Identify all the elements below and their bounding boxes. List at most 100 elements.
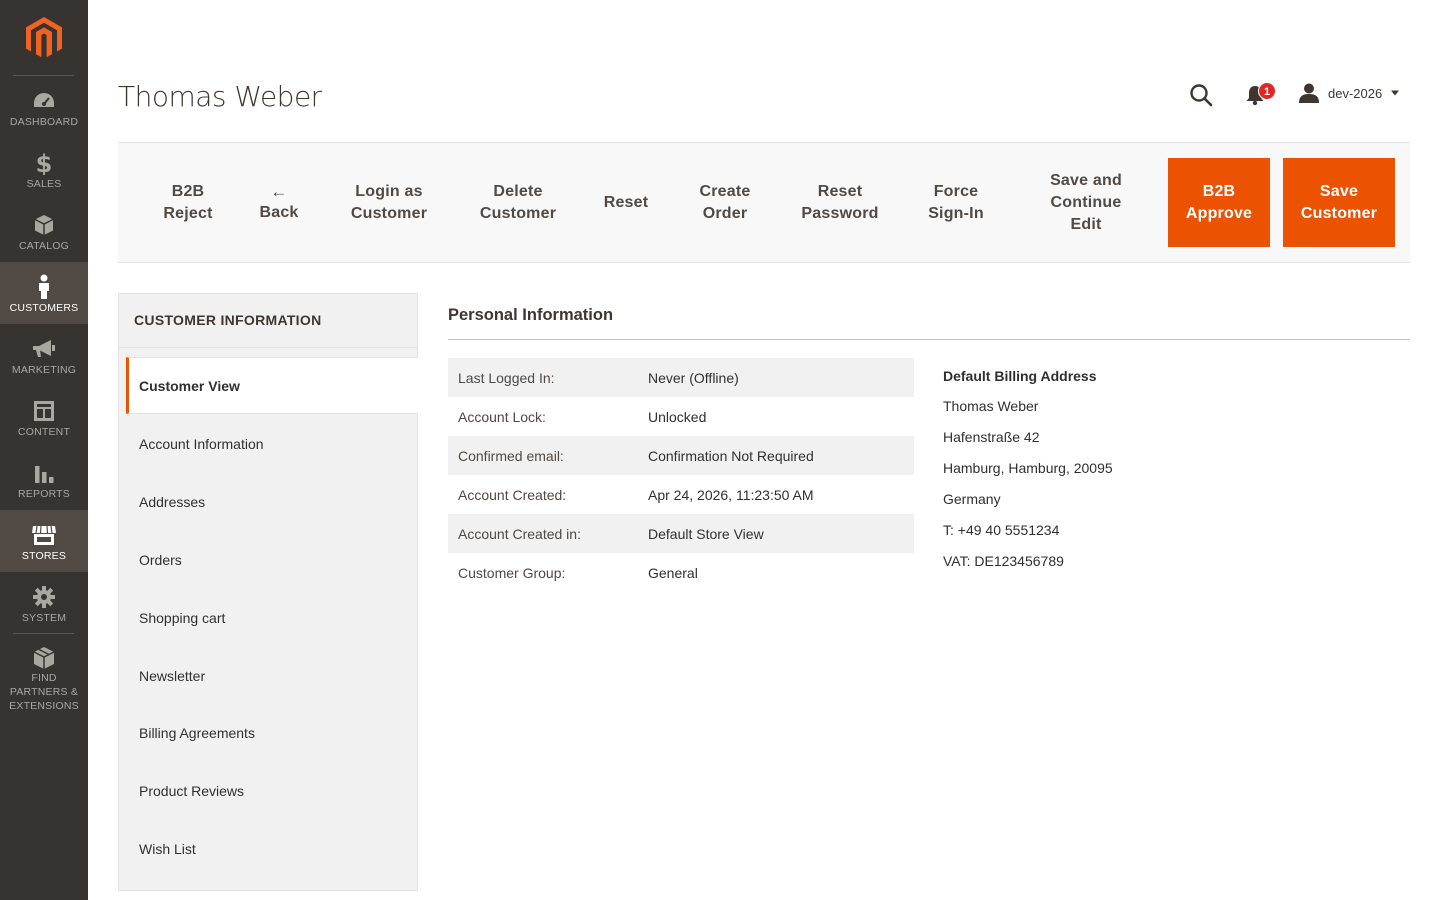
nav-sales-label: SALES bbox=[26, 178, 62, 190]
delete-customer-label: Delete Customer bbox=[479, 182, 557, 222]
force-signin-button[interactable]: Force Sign-In bbox=[920, 143, 992, 262]
table-row: Confirmed email: Confirmation Not Requir… bbox=[448, 436, 914, 475]
layout-icon bbox=[31, 398, 57, 424]
reset-password-button[interactable]: Reset Password bbox=[794, 143, 886, 262]
row-value: Apr 24, 2026, 11:23:50 AM bbox=[648, 486, 814, 503]
row-value: General bbox=[648, 564, 698, 581]
tab-customer-view[interactable]: Customer View bbox=[126, 357, 418, 414]
save-and-continue-label: Save and Continue Edit bbox=[1050, 171, 1122, 233]
tab-orders[interactable]: Orders bbox=[119, 531, 417, 588]
gear-icon bbox=[31, 584, 57, 610]
user-account-menu[interactable]: dev-2026 bbox=[1298, 82, 1400, 104]
section-divider bbox=[448, 339, 1410, 340]
row-label: Account Lock: bbox=[458, 408, 546, 425]
row-label: Last Logged In: bbox=[458, 369, 555, 386]
tab-shopping-cart[interactable]: Shopping cart bbox=[119, 589, 417, 646]
person-icon bbox=[31, 274, 57, 300]
nav-customers-label: CUSTOMERS bbox=[9, 302, 79, 314]
nav-find-partners[interactable]: FIND PARTNERS & EXTENSIONS bbox=[0, 634, 88, 712]
b2b-reject-button[interactable]: B2B Reject bbox=[158, 143, 218, 262]
save-customer-label: Save Customer bbox=[1300, 182, 1378, 222]
back-arrow-icon: ← bbox=[270, 181, 288, 201]
user-icon bbox=[1299, 83, 1319, 103]
nav-sales[interactable]: $ SALES bbox=[0, 138, 88, 200]
row-label: Account Created in: bbox=[458, 525, 581, 542]
billing-address-line: Germany bbox=[943, 491, 1001, 507]
table-row: Account Created: Apr 24, 2026, 11:23:50 … bbox=[448, 475, 914, 514]
tab-wish-list[interactable]: Wish List bbox=[119, 820, 417, 877]
magento-logo[interactable] bbox=[0, 0, 88, 75]
username-label: dev-2026 bbox=[1328, 85, 1383, 101]
delete-customer-button[interactable]: Delete Customer bbox=[472, 143, 564, 262]
reset-button[interactable]: Reset bbox=[596, 143, 656, 262]
create-order-label: Create Order bbox=[699, 182, 751, 222]
reset-password-label: Reset Password bbox=[801, 182, 879, 222]
tab-addresses[interactable]: Addresses bbox=[119, 473, 417, 530]
row-value: Default Store View bbox=[648, 525, 764, 542]
admin-sidebar: DASHBOARD $ SALES CATALOG CUSTOMERS MARK… bbox=[0, 0, 88, 900]
billing-address-line: Thomas Weber bbox=[943, 398, 1039, 414]
login-as-customer-label: Login as Customer bbox=[350, 182, 428, 222]
nav-dashboard[interactable]: DASHBOARD bbox=[0, 76, 88, 138]
dollar-icon: $ bbox=[31, 150, 57, 176]
nav-reports-label: REPORTS bbox=[18, 488, 70, 500]
row-value: Never (Offline) bbox=[648, 369, 739, 386]
tabs-title: CUSTOMER INFORMATION bbox=[134, 312, 322, 328]
tab-newsletter[interactable]: Newsletter bbox=[119, 647, 417, 704]
save-and-continue-button[interactable]: Save and Continue Edit bbox=[1040, 143, 1132, 262]
table-row: Account Created in: Default Store View bbox=[448, 514, 914, 553]
nav-catalog-label: CATALOG bbox=[18, 240, 70, 252]
default-billing-address: Default Billing Address Thomas Weber Haf… bbox=[943, 366, 1113, 572]
page-title: Thomas Weber bbox=[118, 80, 322, 113]
magento-logo-icon bbox=[26, 16, 62, 57]
box-icon bbox=[31, 212, 57, 238]
billing-address-line: Hamburg, Hamburg, 20095 bbox=[943, 460, 1113, 476]
nav-marketing[interactable]: MARKETING bbox=[0, 324, 88, 386]
billing-address-title: Default Billing Address bbox=[943, 368, 1097, 384]
tab-billing-agreements[interactable]: Billing Agreements bbox=[119, 704, 417, 761]
customer-information-tabs: CUSTOMER INFORMATION Customer View Accou… bbox=[118, 293, 418, 891]
bar-chart-icon bbox=[31, 460, 57, 486]
row-label: Customer Group: bbox=[458, 564, 566, 581]
back-button[interactable]: ← Back bbox=[254, 143, 304, 262]
global-search-button[interactable] bbox=[1188, 82, 1214, 108]
b2b-reject-label: B2B Reject bbox=[163, 182, 213, 222]
cube-icon bbox=[31, 646, 57, 670]
back-label: Back bbox=[259, 203, 299, 221]
nav-stores[interactable]: STORES bbox=[0, 510, 88, 572]
dashboard-icon bbox=[31, 88, 57, 114]
row-label: Account Created: bbox=[458, 486, 567, 503]
tab-product-reviews[interactable]: Product Reviews bbox=[119, 762, 417, 819]
nav-content[interactable]: CONTENT bbox=[0, 386, 88, 448]
nav-content-label: CONTENT bbox=[17, 426, 71, 438]
save-customer-button[interactable]: Save Customer bbox=[1283, 158, 1395, 247]
row-value: Unlocked bbox=[648, 408, 707, 425]
billing-address-line: VAT: DE123456789 bbox=[943, 553, 1064, 569]
svg-text:$: $ bbox=[36, 151, 53, 175]
nav-system[interactable]: SYSTEM bbox=[0, 572, 88, 634]
personal-information-table: Last Logged In: Never (Offline) Account … bbox=[448, 358, 914, 592]
billing-address-line: Hafenstraße 42 bbox=[943, 429, 1040, 445]
nav-customers[interactable]: CUSTOMERS bbox=[0, 262, 88, 324]
nav-stores-label: STORES bbox=[21, 550, 67, 562]
section-title: Personal Information bbox=[448, 306, 614, 324]
billing-address-line: T: +49 40 5551234 bbox=[943, 522, 1060, 538]
nav-dashboard-label: DASHBOARD bbox=[9, 116, 79, 128]
b2b-approve-label: B2B Approve bbox=[1185, 182, 1253, 222]
create-order-button[interactable]: Create Order bbox=[692, 143, 758, 262]
tab-account-information[interactable]: Account Information bbox=[119, 415, 417, 472]
chevron-down-icon bbox=[1391, 90, 1400, 96]
nav-catalog[interactable]: CATALOG bbox=[0, 200, 88, 262]
nav-find-partners-label: FIND PARTNERS & EXTENSIONS bbox=[9, 672, 79, 712]
storefront-icon bbox=[31, 522, 57, 548]
login-as-customer-button[interactable]: Login as Customer bbox=[340, 143, 438, 262]
reset-label: Reset bbox=[603, 193, 649, 211]
row-label: Confirmed email: bbox=[458, 447, 564, 464]
search-icon bbox=[1190, 84, 1213, 107]
table-row: Account Lock: Unlocked bbox=[448, 397, 914, 436]
notifications-count-badge: 1 bbox=[1258, 82, 1276, 100]
page-actions-toolbar: B2B Reject ← Back Login as Customer Dele… bbox=[118, 142, 1410, 263]
b2b-approve-button[interactable]: B2B Approve bbox=[1168, 158, 1270, 247]
nav-reports[interactable]: REPORTS bbox=[0, 448, 88, 510]
table-row: Customer Group: General bbox=[448, 553, 914, 592]
